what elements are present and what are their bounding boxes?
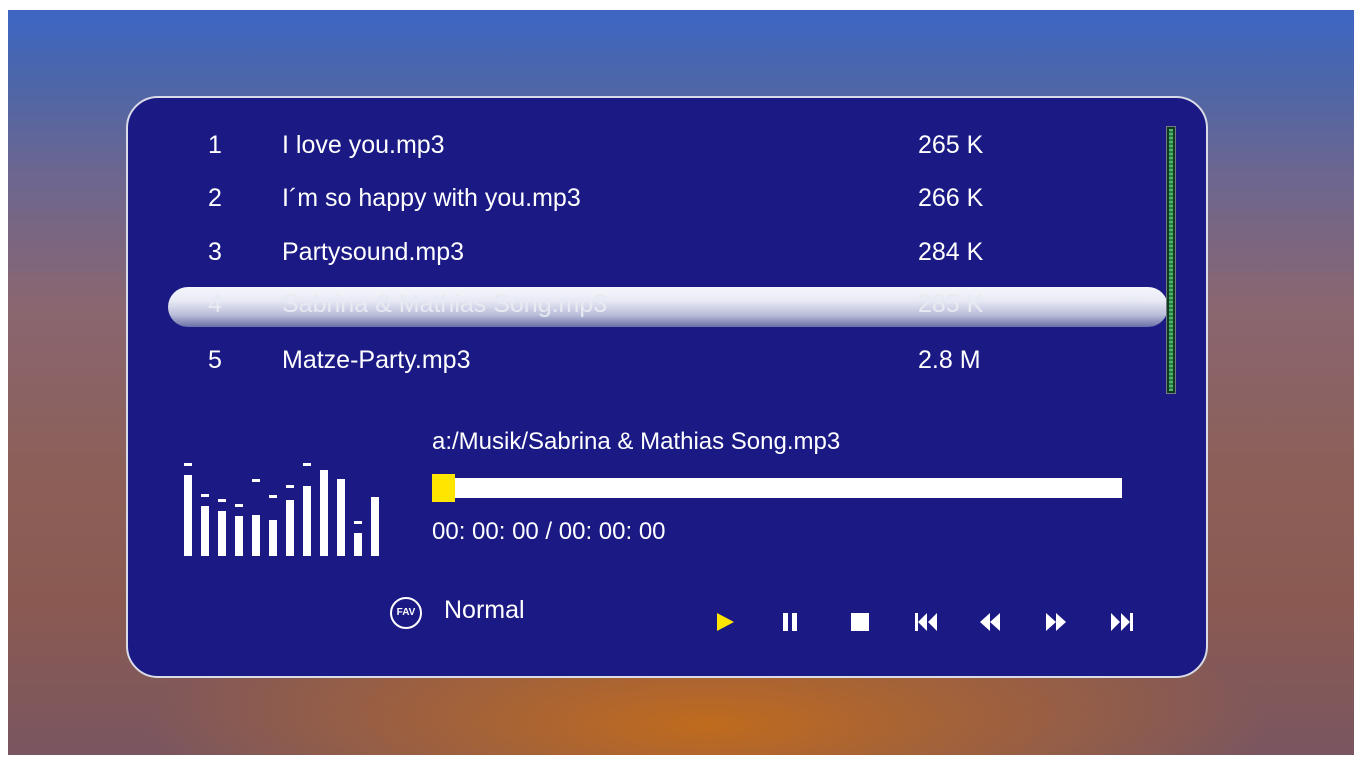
fast-forward-icon[interactable]: [1042, 610, 1070, 634]
track-name: I love you.mp3: [282, 131, 445, 159]
equalizer-peak: [286, 485, 294, 488]
equalizer-peak: [201, 494, 209, 497]
track-name: Sabrina & Mathias Song.mp3: [282, 290, 608, 318]
track-number: 3: [208, 238, 222, 266]
play-mode-label: Normal: [444, 596, 525, 624]
equalizer-bar: [252, 515, 260, 556]
equalizer-peak: [354, 521, 362, 524]
track-number: 5: [208, 346, 222, 374]
equalizer-bar: [303, 486, 311, 556]
progress-bar[interactable]: [432, 478, 1122, 498]
track-number: 1: [208, 131, 222, 159]
playlist-row-selected[interactable]: 4 Sabrina & Mathias Song.mp3 285 K ***: [168, 287, 1168, 327]
equalizer-peak: [303, 463, 311, 466]
equalizer-bar: [320, 470, 328, 556]
equalizer-peak: [235, 504, 243, 507]
track-size: 265 K: [918, 131, 984, 159]
equalizer-bar: [269, 520, 277, 556]
equalizer-bar: [201, 506, 209, 556]
equalizer-bar: [218, 511, 226, 556]
now-playing-path: a:/Musik/Sabrina & Mathias Song.mp3: [432, 428, 841, 455]
track-name: I´m so happy with you.mp3: [282, 184, 581, 212]
equalizer-bar: [184, 475, 192, 556]
track-name: Partysound.mp3: [282, 238, 465, 266]
previous-track-icon[interactable]: [912, 610, 940, 634]
progress-knob[interactable]: [432, 474, 455, 502]
track-size: 284 K: [918, 238, 984, 266]
equalizer-peak: [269, 495, 277, 498]
fav-icon[interactable]: FAV: [390, 597, 422, 629]
playlist-row[interactable]: 3 Partysound.mp3 284 K: [168, 232, 1168, 272]
track-size: 285 K: [918, 290, 984, 318]
track-number: 4: [208, 290, 222, 318]
playlist-row[interactable]: 1 I love you.mp3 265 K: [168, 125, 1168, 165]
playback-time: 00: 00: 00 / 00: 00: 00: [432, 518, 666, 545]
track-name: Matze-Party.mp3: [282, 346, 471, 374]
rewind-icon[interactable]: [976, 610, 1004, 634]
equalizer-bar: [337, 479, 345, 556]
equalizer-peak: [184, 463, 192, 466]
playlist-row[interactable]: 2 I´m so happy with you.mp3 266 K: [168, 178, 1168, 218]
equalizer-bar: [235, 516, 243, 556]
track-number: 2: [208, 184, 222, 212]
equalizer-visualizer: [184, 462, 394, 556]
track-size: 266 K: [918, 184, 984, 212]
playlist-row[interactable]: 5 Matze-Party.mp3 2.8 M: [168, 340, 1168, 380]
stop-icon[interactable]: [846, 610, 874, 634]
track-size: 2.8 M: [918, 346, 981, 374]
play-icon[interactable]: [712, 610, 740, 634]
equalizer-peak: [218, 499, 226, 502]
scrollbar-thumb[interactable]: [1169, 129, 1173, 391]
equalizer-bar: [286, 500, 294, 556]
equalizer-bar: [354, 533, 362, 556]
pause-icon[interactable]: [776, 610, 804, 634]
equalizer-peak: [252, 479, 260, 482]
next-track-icon[interactable]: [1108, 610, 1136, 634]
equalizer-bar: [371, 497, 379, 556]
playlist-scrollbar[interactable]: [1166, 126, 1176, 394]
playing-marker: ***: [1118, 295, 1143, 312]
